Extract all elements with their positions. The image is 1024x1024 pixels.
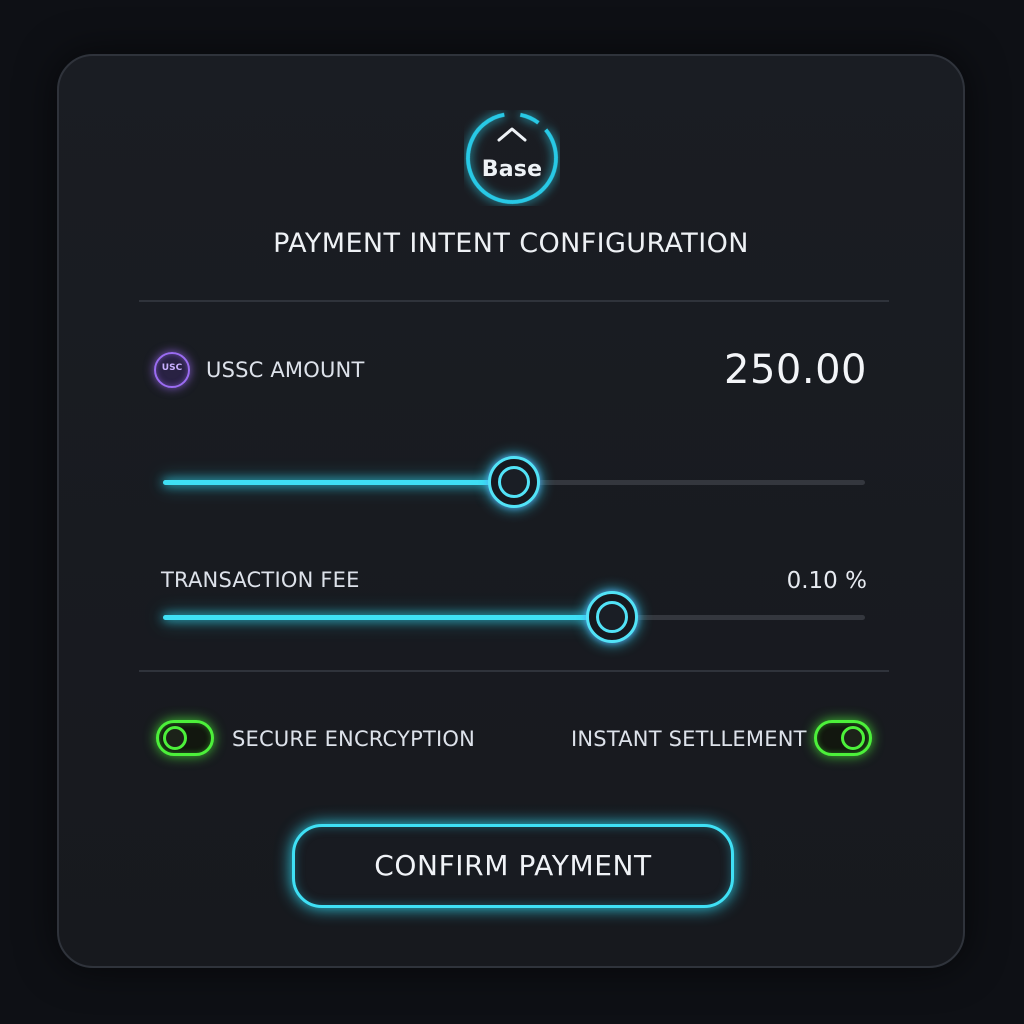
secure-encryption-label: SECURE ENCRCYPTION: [232, 727, 475, 751]
divider: [139, 300, 889, 302]
instant-settlement-label: INSTANT SETLLEMENT: [571, 727, 807, 751]
network-name: Base: [481, 157, 543, 182]
coin-icon-text: USC: [161, 363, 183, 373]
fee-slider[interactable]: [163, 591, 865, 643]
page-title: PAYMENT INTENT CONFIGURATION: [273, 228, 749, 259]
secure-encryption-toggle[interactable]: [156, 720, 214, 756]
toggle-knob: [163, 726, 187, 750]
fee-label: TRANSACTION FEE: [161, 568, 360, 592]
amount-label: USSC AMOUNT: [206, 358, 365, 382]
divider: [139, 670, 889, 672]
base-network-badge: Base: [464, 110, 560, 206]
confirm-payment-button[interactable]: CONFIRM PAYMENT: [292, 824, 734, 908]
chevron-up-icon: [497, 127, 527, 142]
instant-settlement-toggle[interactable]: [814, 720, 872, 756]
toggle-knob: [841, 726, 865, 750]
fee-slider-thumb[interactable]: [586, 591, 639, 643]
usdc-coin-icon: USC: [154, 352, 190, 388]
amount-slider-thumb[interactable]: [488, 456, 540, 508]
amount-slider[interactable]: [163, 456, 865, 508]
fee-slider-fill: [163, 615, 613, 620]
amount-slider-fill: [163, 480, 514, 485]
fee-value: 0.10 %: [786, 568, 867, 594]
payment-config-card: Base PAYMENT INTENT CONFIGURATION USC US…: [57, 54, 965, 968]
amount-value[interactable]: 250.00: [724, 347, 867, 393]
